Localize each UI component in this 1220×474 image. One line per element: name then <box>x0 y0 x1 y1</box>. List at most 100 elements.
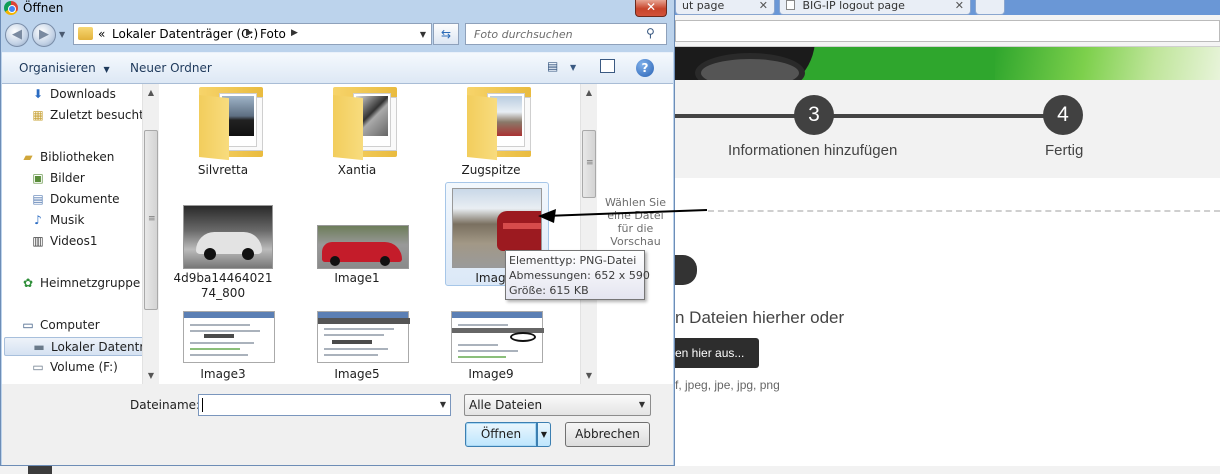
navigation-pane: ⬇ Downloads ▦ Zuletzt besucht ▰ Bibliotheke… <box>2 84 159 384</box>
file-tile-image3[interactable]: Image3 <box>170 292 275 384</box>
folder-front <box>467 95 497 161</box>
navigation-scrollbar[interactable]: ▲ ≡ ▼ <box>142 84 159 384</box>
local-disk-icon: ▬ <box>33 340 45 354</box>
file-tile-image1[interactable]: Image1 <box>304 182 409 286</box>
browser-tab-logout[interactable]: ut page ✕ <box>675 0 775 15</box>
view-dropdown-icon[interactable]: ▼ <box>570 63 576 72</box>
scroll-down-icon[interactable]: ▼ <box>143 367 159 384</box>
file-tile-zugspitze[interactable]: Zugspitze <box>438 84 542 178</box>
file-tile-image5[interactable]: Image5 <box>304 292 410 384</box>
file-tile-xantia[interactable]: Xantia <box>304 84 408 178</box>
browser-address-bar[interactable] <box>675 20 1220 42</box>
stepper-line <box>675 114 1075 118</box>
organize-menu[interactable]: Organisieren ▼ <box>19 61 110 75</box>
thumb-row <box>458 324 508 326</box>
file-tile-4d9ba[interactable]: 4d9ba1446402174_800 <box>170 182 274 300</box>
filetype-select[interactable]: Alle Dateien ▼ <box>464 394 651 416</box>
chevron-down-icon[interactable]: ▼ <box>440 400 446 409</box>
organize-label: Organisieren <box>19 61 96 75</box>
chrome-icon <box>4 1 18 15</box>
nav-item-music[interactable]: ♪ Musik <box>30 211 158 230</box>
cancel-button[interactable]: Abbrechen <box>565 422 650 447</box>
breadcrumb-drive[interactable]: Lokaler Datenträger (C:) <box>112 27 258 41</box>
nav-item-recent[interactable]: ▦ Zuletzt besucht <box>30 106 158 125</box>
breadcrumb-chevron-icon[interactable]: ▶ <box>246 28 253 38</box>
nav-item-libraries[interactable]: ▰ Bibliotheken <box>20 148 158 167</box>
breadcrumb-folder[interactable]: Foto <box>260 27 286 41</box>
nav-item-videos[interactable]: ▥ Videos1 <box>30 232 158 251</box>
chevron-down-icon: ▼ <box>103 65 110 74</box>
forward-button[interactable]: ▶ <box>32 23 56 47</box>
view-options-icon[interactable]: ▤ <box>547 59 558 73</box>
close-tab-icon[interactable]: ✕ <box>759 0 768 12</box>
step-4-circle: 4 <box>1043 95 1083 135</box>
tooltip-size: Größe: 615 KB <box>509 284 589 297</box>
thumb-annotation <box>510 332 536 342</box>
open-button[interactable]: Öffnen <box>465 422 537 447</box>
address-bar[interactable]: « Lokaler Datenträger (C:) ▶ Foto ▶ ▼ <box>73 23 432 45</box>
folder-icon <box>467 87 531 161</box>
preview-pane: Wählen Sie eine Datei für die Vorschau <box>598 84 673 384</box>
dialog-titlebar[interactable]: Öffnen ✕ <box>1 0 674 18</box>
file-name: Silvretta <box>197 163 249 177</box>
scrollbar-thumb[interactable]: ≡ <box>582 130 596 198</box>
filename-combobox[interactable]: ▼ <box>198 394 451 416</box>
open-options-dropdown[interactable]: ▼ <box>537 422 551 447</box>
header-banner <box>675 47 1220 80</box>
photo-thumbnail <box>183 205 273 269</box>
breadcrumb-chevron-icon[interactable]: ▶ <box>291 28 298 38</box>
filename-input[interactable] <box>199 395 429 415</box>
nav-item-downloads[interactable]: ⬇ Downloads <box>30 85 158 104</box>
nav-item-label: Volume (F:) <box>50 360 118 374</box>
browser-tab-bigip[interactable]: BIG-IP logout page ✕ <box>779 0 971 15</box>
file-tile-image9[interactable]: Image9 <box>438 292 544 384</box>
tab-favicon-icon <box>786 0 795 10</box>
folder-thumbnail <box>171 84 275 161</box>
file-list-scrollbar[interactable]: ▲ ≡ ▼ <box>580 84 597 384</box>
preview-placeholder-text: Wählen Sie eine Datei für die Vorschau <box>605 196 666 248</box>
recent-locations-dropdown[interactable]: ▼ <box>59 30 65 39</box>
scroll-down-icon[interactable]: ▼ <box>581 367 597 384</box>
file-tile-silvretta[interactable]: Silvretta <box>170 84 274 178</box>
nav-item-documents[interactable]: ▤ Dokumente <box>30 190 158 209</box>
nav-item-computer[interactable]: ▭ Computer <box>20 316 158 335</box>
car-wheel <box>380 256 390 266</box>
close-button[interactable]: ✕ <box>635 0 667 17</box>
choose-files-button[interactable]: en hier aus... <box>675 338 759 368</box>
thumb-row <box>190 330 260 332</box>
nav-item-volume-f[interactable]: ▭ Volume (F:) <box>30 358 158 377</box>
breadcrumb-overflow[interactable]: « <box>98 27 105 41</box>
thumb-row <box>458 356 506 358</box>
photo-thumbnail <box>317 225 409 269</box>
upload-cloud-icon <box>675 255 697 285</box>
nav-item-local-disk[interactable]: ▬ Lokaler Datenträger <box>4 337 145 356</box>
banner-gradient <box>995 47 1220 80</box>
new-tab-button[interactable] <box>975 0 1005 15</box>
car-shape <box>497 211 541 251</box>
scroll-up-icon[interactable]: ▲ <box>581 84 597 101</box>
help-icon[interactable]: ? <box>636 59 654 77</box>
scroll-up-icon[interactable]: ▲ <box>143 84 159 101</box>
thumb-row <box>458 350 518 352</box>
documents-icon: ▤ <box>32 192 44 206</box>
search-box[interactable]: ⚲ <box>465 23 667 45</box>
search-icon[interactable]: ⚲ <box>646 26 662 42</box>
nav-item-pictures[interactable]: ▣ Bilder <box>30 169 158 188</box>
refresh-button[interactable]: ⇆ <box>433 23 459 45</box>
pictures-icon: ▣ <box>32 171 44 185</box>
back-button[interactable]: ◀ <box>5 23 29 47</box>
file-info-tooltip: Elementtyp: PNG-Datei Abmessungen: 652 x… <box>505 250 650 300</box>
new-folder-button[interactable]: Neuer Ordner <box>130 61 212 75</box>
thumb-block <box>318 318 410 324</box>
preview-pane-icon[interactable] <box>600 59 615 73</box>
nav-item-label: Dokumente <box>50 192 120 206</box>
drop-zone-text: n Dateien hierher oder <box>675 308 845 327</box>
thumb-row <box>324 348 388 350</box>
scrollbar-thumb[interactable]: ≡ <box>144 130 158 310</box>
close-tab-icon[interactable]: ✕ <box>955 0 964 12</box>
address-dropdown-icon[interactable]: ▼ <box>420 30 426 39</box>
drop-zone-border <box>708 210 1220 212</box>
nav-item-homegroup[interactable]: ✿ Heimnetzgruppe <box>20 274 158 293</box>
taskbar-item <box>28 466 52 474</box>
search-input[interactable] <box>466 24 646 44</box>
